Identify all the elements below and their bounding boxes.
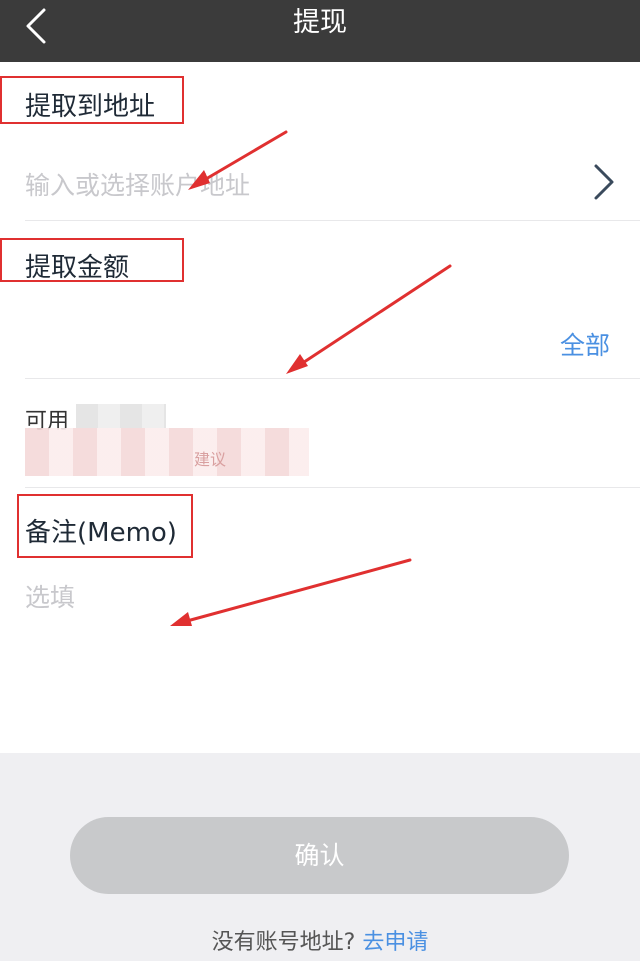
redacted-hint-text: 建议 [194,450,227,469]
address-input[interactable]: 输入或选择账户地址 [25,166,250,202]
address-select-button[interactable] [592,162,616,202]
memo-input[interactable]: 选填 [25,578,75,614]
withdraw-all-link[interactable]: 全部 [560,326,610,362]
divider [25,378,640,379]
divider [25,220,640,221]
divider [25,487,640,488]
chevron-right-icon [594,164,614,200]
redacted-hint [25,428,309,476]
address-label: 提取到地址 [25,92,156,122]
apply-link[interactable]: 去申请 [362,930,428,955]
no-account-text: 没有账号地址? [211,930,356,955]
footer-text: 没有账号地址? 去申请 [0,924,640,956]
withdraw-form: 提取到地址 输入或选择账户地址 提取金额 可用 建议 备注(Memo) 选填 [0,62,640,753]
confirm-button[interactable]: 确认 [70,817,569,894]
redacted-balance [76,404,166,428]
nav-bar: 提现 [0,0,640,62]
page-title: 提现 [293,7,347,38]
memo-label: 备注(Memo) [25,518,177,548]
amount-label: 提取金额 [25,253,130,283]
